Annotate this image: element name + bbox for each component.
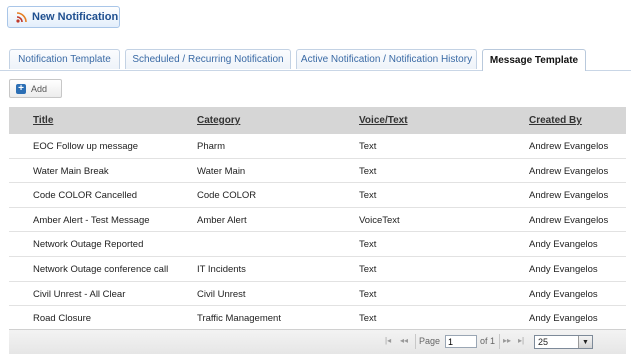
cell-title: Road Closure: [33, 313, 92, 325]
cell-category: Civil Unrest: [197, 288, 246, 300]
cell-voice-text: Text: [359, 190, 377, 202]
first-page-icon[interactable]: |◂: [385, 336, 391, 345]
page-size-value: 25: [538, 337, 549, 347]
cell-title: Code COLOR Cancelled: [33, 190, 138, 202]
table-row[interactable]: Network Outage Reported Text Andy Evange…: [9, 232, 626, 257]
table-row[interactable]: EOC Follow up message Pharm Text Andrew …: [9, 134, 626, 159]
tab-scheduled-recurring[interactable]: Scheduled / Recurring Notification: [125, 49, 291, 69]
cell-title: EOC Follow up message: [33, 141, 139, 152]
cell-category: Water Main: [197, 165, 246, 177]
page-size-select[interactable]: 25 ▼: [534, 335, 593, 349]
cell-title: Water Main Break: [33, 165, 109, 177]
cell-title: Network Outage conference call: [33, 263, 169, 275]
table-row[interactable]: Civil Unrest - All Clear Civil Unrest Te…: [9, 282, 626, 307]
table-row[interactable]: Water Main Break Water Main Text Andrew …: [9, 159, 626, 184]
table-header: Title Category Voice/Text Created By: [9, 107, 626, 134]
pagination-bar: |◂ ◂◂ Page of 1 ▸▸ ▸| 25 ▼: [9, 329, 626, 354]
page-label: Page: [419, 336, 441, 346]
tab-notification-template[interactable]: Notification Template: [9, 49, 120, 69]
cell-created-by: Andy Evangelos: [529, 313, 598, 325]
new-notification-button[interactable]: New Notification: [7, 6, 120, 28]
column-header-category[interactable]: Category: [197, 115, 240, 126]
new-notification-label: New Notification: [32, 11, 119, 23]
cell-category: Code COLOR: [197, 190, 257, 202]
tab-bar: Notification Template Scheduled / Recurr…: [0, 49, 631, 71]
page-number-input[interactable]: [445, 335, 477, 348]
page: New Notification Notification Template S…: [0, 0, 631, 358]
column-header-voice-text[interactable]: Voice/Text: [359, 115, 408, 126]
tab-active-history[interactable]: Active Notification / Notification Histo…: [296, 49, 477, 69]
cell-voice-text: Text: [359, 288, 377, 300]
table-row[interactable]: Network Outage conference call IT Incide…: [9, 257, 626, 282]
cell-created-by: Andrew Evangelos: [529, 165, 609, 177]
pager-divider: [415, 334, 416, 349]
cell-created-by: Andy Evangelos: [529, 288, 598, 300]
cell-voice-text: VoiceText: [359, 214, 400, 226]
cell-category: Pharm: [197, 141, 225, 152]
message-template-table: Title Category Voice/Text Created By EOC…: [9, 107, 626, 331]
cell-created-by: Andrew Evangelos: [529, 190, 609, 202]
cell-created-by: Andy Evangelos: [529, 239, 598, 251]
table-row[interactable]: Road Closure Traffic Management Text And…: [9, 306, 626, 331]
cell-category: IT Incidents: [197, 263, 246, 275]
prev-page-icon[interactable]: ◂◂: [400, 336, 408, 345]
add-button[interactable]: + Add: [9, 79, 62, 98]
table-row[interactable]: Amber Alert - Test Message Amber Alert V…: [9, 208, 626, 233]
column-header-title[interactable]: Title: [33, 115, 53, 126]
page-count-label: of 1: [480, 336, 496, 346]
cell-voice-text: Text: [359, 263, 377, 275]
tab-message-template[interactable]: Message Template: [482, 49, 586, 71]
chevron-down-icon: ▼: [578, 336, 592, 348]
cell-voice-text: Text: [359, 313, 377, 325]
column-header-created-by[interactable]: Created By: [529, 115, 582, 126]
cell-voice-text: Text: [359, 141, 377, 152]
cell-voice-text: Text: [359, 239, 377, 251]
next-page-icon[interactable]: ▸▸: [503, 336, 511, 345]
plus-icon: +: [16, 83, 26, 94]
add-label: Add: [31, 83, 48, 94]
table-row[interactable]: Code COLOR Cancelled Code COLOR Text And…: [9, 183, 626, 208]
cell-created-by: Andrew Evangelos: [529, 141, 609, 152]
cell-created-by: Andrew Evangelos: [529, 214, 609, 226]
cell-category: Traffic Management: [197, 313, 281, 325]
cell-title: Network Outage Reported: [33, 239, 144, 251]
cell-title: Civil Unrest - All Clear: [33, 288, 126, 300]
cell-title: Amber Alert - Test Message: [33, 214, 150, 226]
broadcast-icon: [16, 11, 28, 23]
cell-category: Amber Alert: [197, 214, 247, 226]
pager-divider: [499, 334, 500, 349]
cell-created-by: Andy Evangelos: [529, 263, 598, 275]
last-page-icon[interactable]: ▸|: [518, 336, 524, 345]
cell-voice-text: Text: [359, 165, 377, 177]
